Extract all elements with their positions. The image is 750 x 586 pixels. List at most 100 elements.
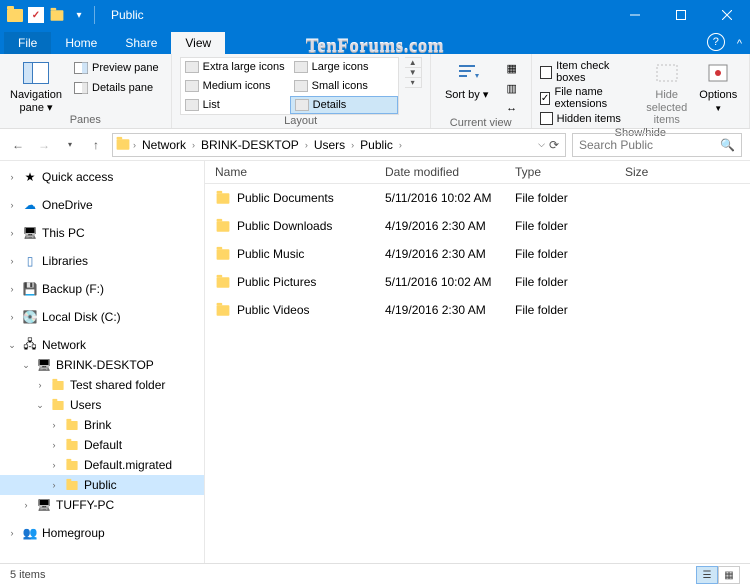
navigation-pane-button[interactable]: Navigation pane ▾ — [8, 57, 64, 114]
tree-user-defaultm[interactable]: ›Default.migrated — [0, 455, 204, 475]
address-bar[interactable]: › Network › BRINK-DESKTOP › Users › Publ… — [112, 133, 566, 157]
item-check-boxes-toggle[interactable]: Item check boxes — [540, 59, 638, 85]
col-type[interactable]: Type — [505, 161, 615, 183]
chevron-right-icon[interactable]: › — [133, 140, 136, 150]
tree-this-pc[interactable]: ›🖥This PC — [0, 223, 204, 243]
file-row[interactable]: Public Downloads4/19/2016 2:30 AMFile fo… — [205, 212, 750, 240]
col-date[interactable]: Date modified — [375, 161, 505, 183]
tab-home[interactable]: Home — [51, 32, 111, 54]
options-button[interactable]: Options▼ — [695, 57, 741, 113]
file-row[interactable]: Public Documents5/11/2016 10:02 AMFile f… — [205, 184, 750, 212]
tree-network[interactable]: ⌄🖧Network — [0, 335, 204, 355]
ribbon-group-layout: Extra large icons Large icons Medium ico… — [172, 54, 431, 128]
file-name: Public Pictures — [237, 275, 316, 289]
star-icon: ★ — [22, 169, 38, 185]
tree-brink-desktop[interactable]: ⌄🖥BRINK-DESKTOP — [0, 355, 204, 375]
folder-icon — [215, 302, 231, 318]
help-icon[interactable]: ? — [707, 33, 725, 51]
hide-selected-button[interactable]: Hide selected items — [644, 57, 690, 127]
size-columns-button[interactable]: ↔ — [501, 99, 523, 117]
preview-pane-button[interactable]: Preview pane — [70, 59, 163, 77]
minimize-button[interactable] — [612, 0, 658, 30]
file-size — [615, 194, 695, 202]
address-dropdown-icon[interactable]: ⌵ — [538, 139, 545, 150]
layout-medium[interactable]: Medium icons — [181, 77, 289, 95]
layout-gallery-scroll[interactable]: ▲▼▾ — [405, 57, 422, 88]
title-bar: ✓ ▾ Public — [0, 0, 750, 30]
qat-properties-icon[interactable]: ✓ — [28, 7, 44, 23]
details-pane-button[interactable]: Details pane — [70, 79, 163, 97]
folder-icon — [50, 397, 66, 413]
view-thumbnails-button[interactable]: ▦ — [718, 566, 740, 584]
close-button[interactable] — [704, 0, 750, 30]
file-list[interactable]: Name Date modified Type Size Public Docu… — [205, 161, 750, 563]
file-row[interactable]: Public Pictures5/11/2016 10:02 AMFile fo… — [205, 268, 750, 296]
file-size — [615, 222, 695, 230]
tree-user-brink[interactable]: ›Brink — [0, 415, 204, 435]
forward-button[interactable]: → — [34, 135, 54, 155]
column-headers[interactable]: Name Date modified Type Size — [205, 161, 750, 184]
chevron-right-icon[interactable]: › — [399, 140, 402, 150]
tree-tuffy-pc[interactable]: ›🖥TUFFY-PC — [0, 495, 204, 515]
tab-view[interactable]: View — [171, 32, 225, 54]
file-date: 4/19/2016 2:30 AM — [375, 299, 505, 321]
sort-by-button[interactable]: Sort by ▾ — [439, 57, 495, 102]
network-icon: 🖧 — [22, 337, 38, 353]
add-columns-button[interactable]: ▥ — [501, 79, 523, 97]
tree-libraries[interactable]: ›▯Libraries — [0, 251, 204, 271]
tab-share[interactable]: Share — [111, 32, 171, 54]
grid-icon: ▦ — [505, 61, 519, 75]
file-row[interactable]: Public Videos4/19/2016 2:30 AMFile folde… — [205, 296, 750, 324]
layout-gallery[interactable]: Extra large icons Large icons Medium ico… — [180, 57, 399, 115]
file-row[interactable]: Public Music4/19/2016 2:30 AMFile folder — [205, 240, 750, 268]
layout-small[interactable]: Small icons — [290, 77, 398, 95]
back-button[interactable]: ← — [8, 135, 28, 155]
ribbon-group-panes: Navigation pane ▾ Preview pane Details p… — [0, 54, 172, 128]
chevron-right-icon[interactable]: › — [305, 140, 308, 150]
file-size — [615, 278, 695, 286]
libraries-icon: ▯ — [22, 253, 38, 269]
qat-customize-icon[interactable]: ▾ — [70, 6, 88, 24]
file-name: Public Documents — [237, 191, 334, 205]
crumb-users[interactable]: Users — [310, 138, 349, 152]
tree-homegroup[interactable]: ›👥Homegroup — [0, 523, 204, 543]
navigation-tree[interactable]: ›★Quick access ›☁OneDrive ›🖥This PC ›▯Li… — [0, 161, 205, 563]
tree-test-shared[interactable]: ›Test shared folder — [0, 375, 204, 395]
crumb-network[interactable]: Network — [138, 138, 190, 152]
view-details-button[interactable]: ☰ — [696, 566, 718, 584]
tree-local-c[interactable]: ›💽Local Disk (C:) — [0, 307, 204, 327]
qat-newfolder-icon[interactable] — [48, 6, 66, 24]
up-button[interactable]: ↑ — [86, 135, 106, 155]
layout-extralarge[interactable]: Extra large icons — [181, 58, 289, 76]
layout-details[interactable]: Details — [290, 96, 398, 114]
recent-locations-button[interactable]: ▾ — [60, 135, 80, 155]
tree-quick-access[interactable]: ›★Quick access — [0, 167, 204, 187]
ribbon-tabs: File Home Share View ? ^ — [0, 30, 750, 54]
folder-icon — [64, 477, 80, 493]
group-by-button[interactable]: ▦ — [501, 59, 523, 77]
maximize-button[interactable] — [658, 0, 704, 30]
col-size[interactable]: Size — [615, 161, 695, 183]
file-type: File folder — [505, 271, 615, 293]
tree-user-public[interactable]: ›Public — [0, 475, 204, 495]
chevron-right-icon[interactable]: › — [351, 140, 354, 150]
refresh-icon[interactable]: ⟳ — [549, 138, 559, 152]
tree-backup[interactable]: ›💾Backup (F:) — [0, 279, 204, 299]
col-name[interactable]: Name — [205, 161, 375, 183]
tree-onedrive[interactable]: ›☁OneDrive — [0, 195, 204, 215]
chevron-right-icon[interactable]: › — [192, 140, 195, 150]
search-icon: 🔍 — [720, 138, 735, 152]
tree-users[interactable]: ⌄Users — [0, 395, 204, 415]
file-type: File folder — [505, 215, 615, 237]
status-bar: 5 items ☰ ▦ — [0, 563, 750, 586]
hidden-items-toggle[interactable]: Hidden items — [540, 111, 638, 126]
search-box[interactable]: Search Public 🔍 — [572, 133, 742, 157]
crumb-public[interactable]: Public — [356, 138, 397, 152]
layout-large[interactable]: Large icons — [290, 58, 398, 76]
tab-file[interactable]: File — [4, 32, 51, 54]
crumb-computer[interactable]: BRINK-DESKTOP — [197, 138, 303, 152]
layout-list[interactable]: List — [181, 96, 289, 114]
collapse-ribbon-icon[interactable]: ^ — [737, 38, 742, 50]
file-name-extensions-toggle[interactable]: ✓File name extensions — [540, 85, 638, 111]
tree-user-default[interactable]: ›Default — [0, 435, 204, 455]
